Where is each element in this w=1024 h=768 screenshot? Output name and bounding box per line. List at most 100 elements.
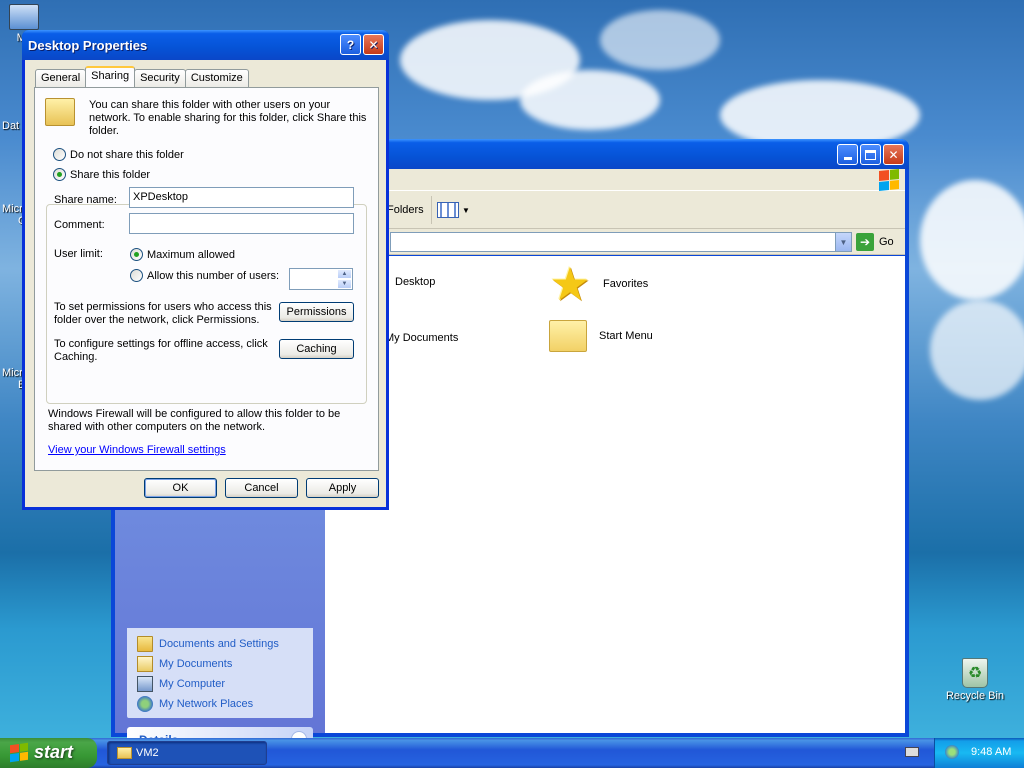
cancel-button[interactable]: Cancel <box>225 478 298 498</box>
share-name-input[interactable]: XPDesktop <box>129 187 354 208</box>
chevron-down-icon: ▼ <box>839 237 848 247</box>
other-place-my-computer[interactable]: My Computer <box>127 674 313 694</box>
address-input[interactable]: ▼ <box>390 232 852 252</box>
file-item-label: Desktop <box>395 276 436 288</box>
dialog-titlebar[interactable]: Desktop Properties ? ✕ <box>22 30 389 60</box>
spin-up-icon[interactable]: ▲ <box>337 269 352 279</box>
recycle-bin-icon: ♻ <box>962 658 988 688</box>
file-item-start-menu[interactable]: Start Menu <box>549 320 653 352</box>
cloud <box>930 300 1024 400</box>
file-item-label: My Documents <box>385 332 459 344</box>
tab-customize[interactable]: Customize <box>184 69 249 87</box>
radio-button[interactable] <box>53 148 66 161</box>
user-count-spinner[interactable]: ▲ ▼ <box>289 268 353 290</box>
minimize-icon <box>843 157 852 160</box>
caching-button[interactable]: Caching <box>279 339 354 359</box>
close-icon: ✕ <box>368 37 379 52</box>
radio-no-share[interactable]: Do not share this folder <box>53 148 184 161</box>
close-icon: ✕ <box>888 147 899 162</box>
permissions-button[interactable]: Permissions <box>279 302 354 322</box>
toolbar-separator <box>431 196 432 224</box>
minimize-button[interactable] <box>837 144 858 165</box>
cloud <box>920 180 1024 300</box>
keyboard-icon[interactable] <box>905 747 919 757</box>
folders-label: Folders <box>387 204 424 216</box>
taskbar-item-vm2[interactable]: VM2 <box>107 741 267 765</box>
tab-general[interactable]: General <box>35 69 87 87</box>
user-limit-label: User limit: <box>54 248 103 260</box>
dialog-title: Desktop Properties <box>28 38 148 53</box>
intro-text: You can share this folder with other use… <box>89 99 367 137</box>
star-icon: ★ <box>549 258 591 310</box>
radio-max-allowed[interactable]: Maximum allowed <box>130 248 235 261</box>
other-places-panel: Documents and Settings My Documents My C… <box>127 628 313 718</box>
desktop-icon-label: Micr <box>2 367 23 379</box>
maximize-icon <box>865 149 876 160</box>
dialog-body: General Sharing Security Customize You c… <box>25 60 386 507</box>
file-item-label: Favorites <box>603 278 649 290</box>
address-dropdown-button[interactable]: ▼ <box>835 233 851 251</box>
max-allowed-label: Maximum allowed <box>147 248 236 261</box>
desktop-icon-label: Micr <box>2 203 23 215</box>
windows-logo-icon <box>879 168 899 192</box>
network-icon <box>137 696 153 712</box>
other-place-documents-settings[interactable]: Documents and Settings <box>127 634 313 654</box>
file-view: Desktop ★ Favorites My Documents Start M… <box>325 256 905 733</box>
dialog-close-button[interactable]: ✕ <box>363 34 384 55</box>
tab-security[interactable]: Security <box>134 69 186 87</box>
recycle-bin-label: Recycle Bin <box>945 690 1005 702</box>
other-place-label: My Network Places <box>159 698 254 710</box>
radio-allow-number[interactable]: Allow this number of users: <box>130 269 279 282</box>
radio-button[interactable] <box>130 248 143 261</box>
views-button[interactable]: ▼ <box>437 200 471 220</box>
spin-down-icon[interactable]: ▼ <box>337 279 352 289</box>
folder-icon <box>137 636 153 652</box>
clock[interactable]: 9:48 AM <box>971 746 1011 758</box>
file-item-favorites[interactable]: ★ Favorites <box>545 260 648 308</box>
cloud <box>600 10 720 70</box>
folder-icon <box>549 320 587 352</box>
tab-strip: General Sharing Security Customize <box>35 66 249 87</box>
computer-icon <box>137 676 153 692</box>
folders-button[interactable]: Folders <box>387 204 424 216</box>
desktop-icon-label: Dat <box>2 120 20 132</box>
other-place-label: My Documents <box>159 658 233 670</box>
radio-button[interactable] <box>130 269 143 282</box>
caching-text: To configure settings for offline access… <box>54 338 268 363</box>
spin-buttons: ▲ ▼ <box>337 269 352 289</box>
firewall-settings-link[interactable]: View your Windows Firewall settings <box>48 444 226 456</box>
radio-button[interactable] <box>53 168 66 181</box>
radio-no-share-label: Do not share this folder <box>70 148 184 161</box>
go-label: Go <box>879 236 894 248</box>
file-item-desktop[interactable]: Desktop <box>385 276 435 288</box>
system-tray: 9:48 AM <box>934 738 1024 768</box>
file-item-my-documents[interactable]: My Documents <box>385 332 458 344</box>
taskbar-item-label: VM2 <box>136 747 159 759</box>
file-item-label: Start Menu <box>599 330 653 342</box>
share-name-label: Share name: <box>54 194 117 206</box>
taskbar: start VM2 9:48 AM <box>0 738 1024 768</box>
apply-button[interactable]: Apply <box>306 478 379 498</box>
help-button[interactable]: ? <box>340 34 361 55</box>
other-place-my-documents[interactable]: My Documents <box>127 654 313 674</box>
start-label: start <box>34 742 74 762</box>
close-button[interactable]: ✕ <box>883 144 904 165</box>
start-button[interactable]: start <box>0 738 97 768</box>
other-place-label: Documents and Settings <box>159 638 279 650</box>
network-tray-icon[interactable] <box>945 745 959 759</box>
other-place-network[interactable]: My Network Places <box>127 694 313 714</box>
ok-button[interactable]: OK <box>144 478 217 498</box>
go-button[interactable]: ➔ Go <box>856 233 894 251</box>
comment-input[interactable] <box>129 213 354 234</box>
maximize-button[interactable] <box>860 144 881 165</box>
computer-icon <box>9 4 39 30</box>
cloud <box>520 70 660 130</box>
windows-logo-icon <box>10 742 28 763</box>
desktop-icon-recycle-bin[interactable]: ♻ Recycle Bin <box>944 658 1006 702</box>
tab-sharing[interactable]: Sharing <box>85 66 136 87</box>
radio-share-label: Share this folder <box>70 168 151 181</box>
views-icon <box>437 202 459 218</box>
radio-share[interactable]: Share this folder <box>53 168 154 181</box>
firewall-text: Windows Firewall will be configured to a… <box>48 408 341 433</box>
permissions-text: To set permissions for users who access … <box>54 301 272 326</box>
